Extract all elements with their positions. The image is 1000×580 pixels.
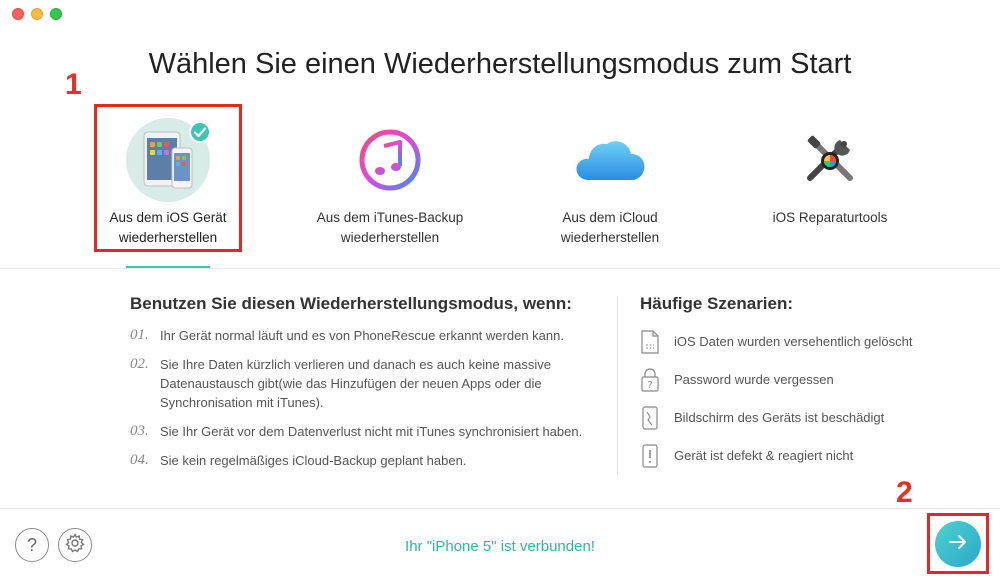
scenarios-heading: Häufige Szenarien: [640, 294, 794, 313]
mode-ios-device-label: Aus dem iOS Gerät wiederherstellen [97, 208, 239, 248]
reason-text: Sie Ihr Gerät vor dem Datenverlust nicht… [160, 424, 583, 439]
scenario-item: ? Password wurde vergessen [640, 368, 960, 394]
mode-icloud-label: Aus dem iCloud wiederherstellen [535, 208, 685, 248]
connection-status: Ihr "iPhone 5" ist verbunden! [405, 538, 595, 555]
window-titlebar [0, 0, 1000, 28]
icloud-icon [568, 118, 652, 202]
itunes-icon [348, 118, 432, 202]
column-divider [617, 296, 618, 476]
mode-label-line1: Aus dem iOS Gerät [109, 210, 227, 225]
mode-label-line1: Aus dem iTunes-Backup [316, 210, 464, 225]
mode-repair-tools[interactable]: iOS Reparaturtools [755, 104, 905, 254]
mode-itunes-backup-label: Aus dem iTunes-Backup wiederherstellen [315, 208, 465, 248]
scenario-text: Gerät ist defekt & reagiert nicht [674, 448, 854, 463]
scenario-text: Bildschirm des Geräts ist beschädigt [674, 410, 885, 425]
footer-divider [0, 508, 1000, 509]
section-divider [0, 268, 1000, 269]
mode-repair-tools-label: iOS Reparaturtools [755, 208, 905, 228]
scenario-item: Gerät ist defekt & reagiert nicht [640, 444, 960, 470]
annotation-step-1: 1 [65, 68, 82, 101]
mode-ios-device[interactable]: Aus dem iOS Gerät wiederherstellen [94, 104, 242, 252]
minimize-window-button[interactable] [31, 8, 43, 20]
scenario-item: iOS Daten wurden versehentlich gelöscht [640, 330, 960, 356]
mode-label-line2: wiederherstellen [118, 230, 218, 245]
reason-text: Sie kein regelmäßiges iCloud-Backup gepl… [160, 453, 467, 468]
repair-tools-icon [788, 118, 872, 202]
page-title: Wählen Sie einen Wiederherstellungsmodus… [148, 48, 852, 80]
reason-text: Ihr Gerät normal läuft und es von PhoneR… [160, 328, 564, 343]
mode-icloud[interactable]: Aus dem iCloud wiederherstellen [535, 104, 685, 254]
svg-text:?: ? [647, 380, 652, 391]
selected-check-icon [189, 121, 211, 143]
zoom-window-button[interactable] [50, 8, 62, 20]
reason-text: Sie Ihre Daten kürzlich verlieren und da… [160, 357, 551, 410]
scenario-item: Bildschirm des Geräts ist beschädigt [640, 406, 960, 432]
next-button[interactable] [935, 521, 981, 567]
annotation-step-2: 2 [896, 476, 913, 509]
mode-label-line1: iOS Reparaturtools [772, 210, 888, 225]
close-window-button[interactable] [12, 8, 24, 20]
arrow-right-icon [947, 531, 969, 558]
usage-heading: Benutzen Sie diesen Wiederherstellungsmo… [130, 294, 572, 313]
unresponsive-device-icon [640, 444, 660, 468]
scenario-text: iOS Daten wurden versehentlich gelöscht [674, 334, 913, 349]
scenario-text: Password wurde vergessen [674, 372, 834, 387]
forgot-password-icon: ? [640, 368, 660, 392]
broken-screen-icon [640, 406, 660, 430]
reason-number: 03. [130, 423, 149, 439]
reason-number: 01. [130, 327, 149, 343]
mode-label-line2: wiederherstellen [340, 230, 440, 245]
reason-number: 02. [130, 356, 149, 372]
mode-label-line1: Aus dem iCloud [562, 210, 658, 225]
reason-number: 04. [130, 452, 149, 468]
mode-label-line2: wiederherstellen [560, 230, 660, 245]
deleted-data-icon [640, 330, 660, 354]
mode-itunes-backup[interactable]: Aus dem iTunes-Backup wiederherstellen [315, 104, 465, 254]
